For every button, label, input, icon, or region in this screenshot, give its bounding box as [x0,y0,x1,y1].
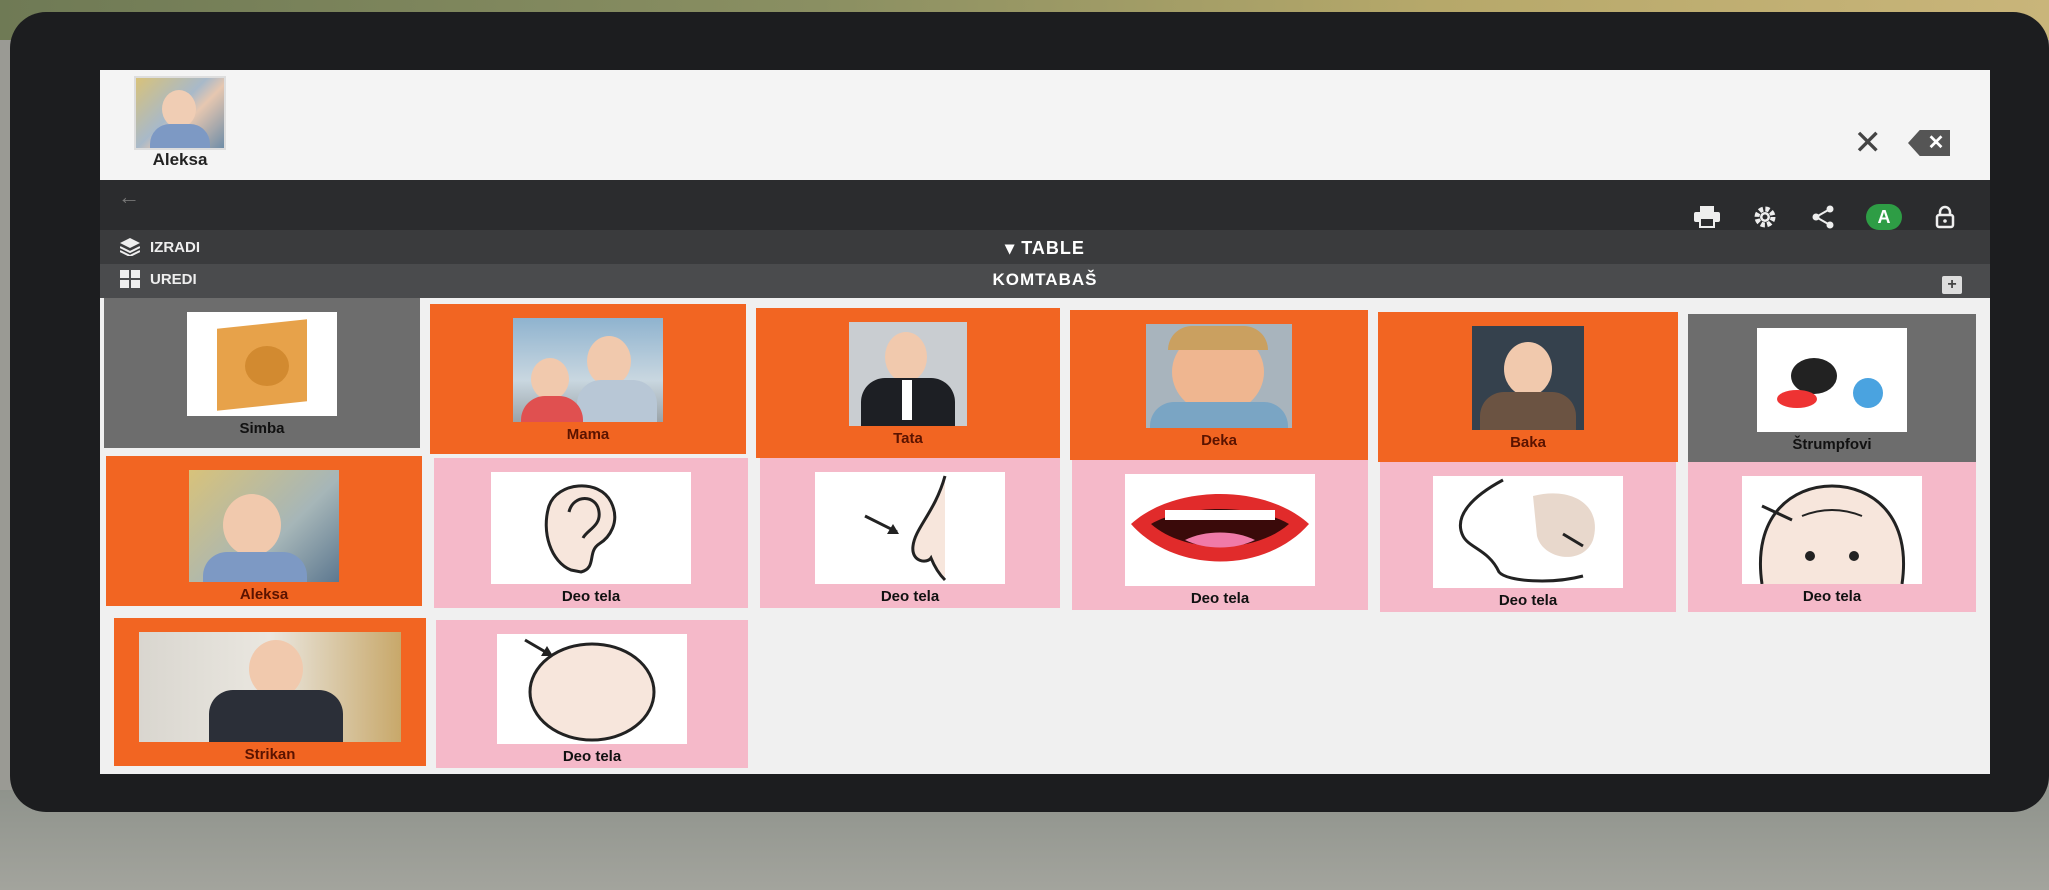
tile-label: Baka [1510,434,1546,451]
tile-baka[interactable]: Baka [1378,312,1678,462]
tile-deo-tela-ear[interactable]: Deo tela [434,458,748,608]
nose-symbol-image [815,472,1005,584]
tile-label: Štrumpfovi [1792,436,1872,453]
tile-label: Deo tela [880,588,940,605]
backspace-x: ✕ [1927,132,1945,154]
build-row: IZRADI ▾ TABLE [100,230,1990,264]
tile-deo-tela-nose[interactable]: Deo tela [760,458,1060,608]
user-name: Aleksa [152,150,208,169]
tile-deka[interactable]: Deka [1070,310,1368,460]
app-screen: Aleksa ✕ ✕ ← A IZRADI ▾ TABLE UREDI KOMT… [100,70,1990,774]
table-label: TABLE [1021,238,1085,258]
tile-deo-tela-head[interactable]: Deo tela [436,620,748,768]
smurfs-cartoon-image [1757,328,1907,432]
man-suit-photo [849,322,967,426]
back-arrow-icon[interactable]: ← [118,184,140,210]
tile-label: Deo tela [561,588,621,605]
book-cover-image [187,312,337,416]
head-symbol-image [497,634,687,744]
tile-label: Mama [566,426,610,443]
caret-down-icon: ▾ [1005,238,1022,258]
tile-label: Strikan [244,746,296,763]
tile-deo-tela-cheek[interactable]: Deo tela [1380,462,1676,612]
symbol-grid: Simba Mama Tata Deka Baka Štrumpfovi Ale… [100,298,1990,774]
tile-deo-tela-mouth[interactable]: Deo tela [1072,460,1368,610]
child-photo [189,470,339,582]
tile-label: Deka [1201,432,1237,449]
table-dropdown[interactable]: ▾ TABLE [100,238,1990,259]
tile-label: Deo tela [1190,590,1250,607]
tile-strumpfovi[interactable]: Štrumpfovi [1688,314,1976,464]
tile-strikan[interactable]: Strikan [114,618,426,766]
older-man-photo [139,632,401,742]
close-icon[interactable]: ✕ [1854,126,1883,160]
tile-label: Aleksa [239,586,289,603]
cheek-symbol-image [1433,476,1623,588]
board-title: KOMTABAŠ [992,270,1098,289]
account-avatar[interactable]: A [1866,204,1902,230]
toolbar: ← A [100,180,1990,230]
tile-aleksa[interactable]: Aleksa [106,456,422,606]
mouth-symbol-image [1125,474,1315,586]
forehead-symbol-image [1742,476,1922,584]
tile-tata[interactable]: Tata [756,308,1060,458]
settings-gear-icon[interactable] [1750,202,1780,232]
tile-deo-tela-forehead[interactable]: Deo tela [1688,462,1976,612]
add-tile-icon[interactable]: + [1942,276,1962,294]
edit-row: UREDI KOMTABAŠ + [100,264,1990,298]
tile-mama[interactable]: Mama [430,304,746,454]
ear-symbol-image [491,472,691,584]
tablet-frame: Aleksa ✕ ✕ ← A IZRADI ▾ TABLE UREDI KOMT… [10,12,2049,812]
share-icon[interactable] [1808,202,1838,232]
tile-label: Deo tela [1498,592,1558,609]
tile-label: Deo tela [1802,588,1862,605]
tile-simba[interactable]: Simba [104,298,420,448]
tile-label: Deo tela [562,748,622,765]
grandmother-photo [1472,326,1584,430]
grandfather-photo [1146,324,1292,428]
user-avatar-photo[interactable] [134,76,226,150]
lock-icon[interactable] [1930,202,1960,232]
print-icon[interactable] [1692,202,1722,232]
backspace-icon[interactable]: ✕ [1908,130,1950,156]
tile-label: Tata [893,430,923,447]
message-bar[interactable]: Aleksa ✕ ✕ [100,70,1990,180]
mother-child-photo [513,318,663,422]
tile-label: Simba [239,420,285,437]
